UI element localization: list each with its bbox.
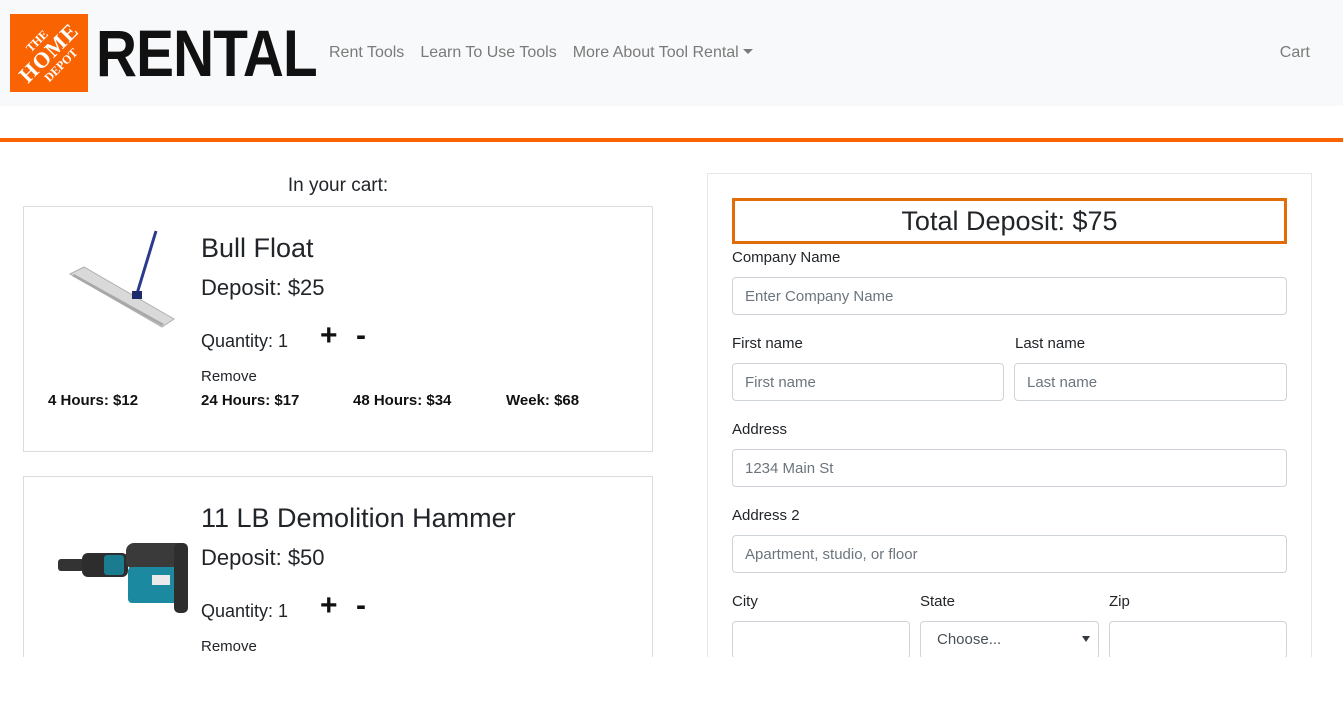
viewport-bottom: [0, 657, 1343, 728]
nav-links: Rent Tools Learn To Use Tools More About…: [329, 44, 753, 62]
cart-heading: In your cart:: [287, 175, 389, 196]
logo-text: THE HOME DEPOT: [13, 17, 84, 88]
state-select-value: Choose...: [937, 631, 1002, 648]
accent-divider: [0, 138, 1343, 142]
item-deposit: Deposit: $50: [201, 545, 325, 570]
navbar: THE HOME DEPOT RENTAL Rent Tools Learn T…: [0, 0, 1343, 106]
home-depot-logo[interactable]: THE HOME DEPOT: [10, 14, 88, 92]
last-name-label: Last name: [1015, 335, 1086, 352]
nav-more-label: More About Tool Rental: [572, 44, 739, 61]
price-24-hours: 24 Hours: $17: [201, 392, 300, 409]
price-48-hours: 48 Hours: $34: [353, 392, 452, 409]
nav-cart-link[interactable]: Cart: [1280, 44, 1310, 62]
demolition-hammer-image: [58, 543, 188, 613]
company-name-label: Company Name: [732, 249, 841, 266]
remove-item-link[interactable]: Remove: [201, 638, 257, 655]
quantity-increase-button[interactable]: +: [320, 321, 338, 351]
item-deposit: Deposit: $25: [201, 275, 325, 300]
company-name-input[interactable]: [732, 277, 1287, 315]
nav-rent-tools[interactable]: Rent Tools: [329, 44, 404, 62]
state-label: State: [920, 593, 956, 610]
item-quantity: Quantity: 1: [201, 601, 289, 621]
quantity-increase-button[interactable]: +: [320, 591, 338, 621]
total-deposit: Total Deposit: $75: [732, 198, 1287, 244]
item-name: Bull Float: [201, 233, 314, 263]
bull-float-image: [68, 230, 175, 328]
zip-input[interactable]: [1109, 621, 1287, 659]
first-name-input[interactable]: [732, 363, 1004, 401]
state-select[interactable]: Choose...: [920, 621, 1099, 659]
rental-wordmark[interactable]: RENTAL: [96, 14, 318, 92]
address2-input[interactable]: [732, 535, 1287, 573]
cart-item-card: Bull Float Deposit: $25 Quantity: 1 + - …: [23, 206, 653, 452]
chevron-down-icon: [1082, 636, 1090, 642]
item-quantity: Quantity: 1: [201, 331, 289, 351]
first-name-label: First name: [732, 335, 803, 352]
address-input[interactable]: [732, 449, 1287, 487]
remove-item-link[interactable]: Remove: [201, 368, 257, 385]
zip-label: Zip: [1109, 593, 1130, 610]
last-name-input[interactable]: [1014, 363, 1287, 401]
nav-learn-to-use-tools[interactable]: Learn To Use Tools: [420, 44, 556, 62]
quantity-decrease-button[interactable]: -: [356, 591, 366, 621]
address-label: Address: [732, 421, 788, 438]
price-4-hours: 4 Hours: $12: [48, 392, 139, 409]
item-name: 11 LB Demolition Hammer: [201, 503, 516, 533]
address2-label: Address 2: [732, 507, 800, 524]
price-week: Week: $68: [506, 392, 580, 409]
quantity-decrease-button[interactable]: -: [356, 321, 366, 351]
caret-down-icon: [742, 49, 753, 54]
city-label: City: [732, 593, 758, 610]
city-input[interactable]: [732, 621, 910, 659]
nav-more-about-tool-rental-dropdown[interactable]: More About Tool Rental: [573, 44, 753, 62]
cart-item-card: 11 LB Demolition Hammer Deposit: $50 Qua…: [23, 476, 653, 676]
